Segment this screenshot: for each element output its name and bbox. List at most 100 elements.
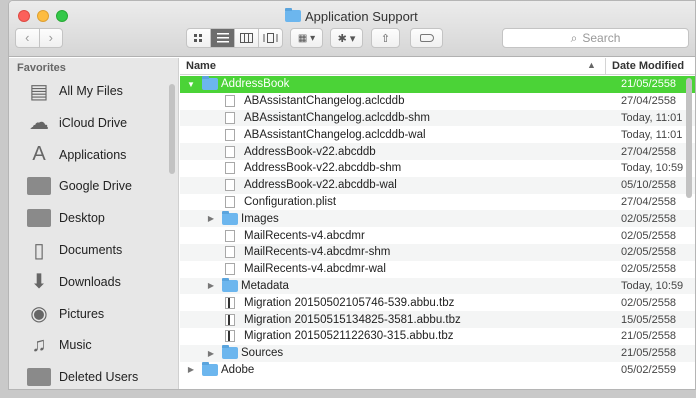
name-column-header[interactable]: Name (186, 60, 216, 72)
close-button[interactable] (18, 10, 30, 22)
archive-file-icon (225, 330, 235, 343)
document-icon (225, 162, 235, 175)
file-row[interactable]: AddressBook-v22.abcddb 27/04/2558 (180, 143, 695, 160)
file-row[interactable]: MailRecents-v4.abcdmr-wal 02/05/2558 (180, 261, 695, 278)
file-name: MailRecents-v4.abcdmr-shm (244, 246, 391, 259)
sidebar-item-google-drive[interactable]: Google Drive (9, 173, 169, 199)
file-row[interactable]: ABAssistantChangelog.aclcddb-wal Today, 1… (180, 126, 695, 143)
folder-row[interactable]: ▶ Metadata Today, 10:59 (180, 277, 695, 295)
sidebar-scrollbar[interactable] (169, 84, 175, 174)
document-icon (225, 145, 235, 158)
date-modified: 21/05/2558 (621, 78, 677, 91)
back-button[interactable]: ‹ (16, 29, 39, 47)
file-row[interactable]: ABAssistantChangelog.aclcddb 27/04/2558 (180, 93, 695, 110)
tag-icon (419, 34, 434, 42)
cover-flow-button[interactable] (258, 29, 282, 47)
date-modified: 02/05/2558 (621, 246, 677, 259)
window-title-text: Application Support (305, 8, 418, 24)
file-row[interactable]: MailRecents-v4.abcdmr-shm 02/05/2558 (180, 243, 695, 261)
folder-icon (25, 173, 53, 199)
date-modified: Today, 10:59 (621, 162, 684, 175)
desktop-icon-shape (27, 209, 51, 228)
sidebar-item-pictures[interactable]: ◉ Pictures (9, 301, 169, 327)
file-name: MailRecents-v4.abcdmr (244, 229, 365, 242)
file-list: Name ▲ Date Modified ▼ AddressBook 21/05/2… (180, 58, 695, 389)
date-modified: 02/05/2558 (621, 296, 677, 309)
document-icon (225, 95, 235, 108)
sidebar-item-downloads[interactable]: ⬇ Downloads (9, 269, 169, 295)
list-view-button[interactable] (210, 29, 234, 47)
window-title: Application Support (285, 8, 418, 24)
document-icon (225, 195, 235, 208)
search-icon: ⌕ (570, 30, 578, 45)
disclosure-closed-icon[interactable]: ▶ (206, 349, 216, 358)
date-modified-column-header[interactable]: Date Modified (605, 58, 695, 75)
sort-ascending-icon: ▲ (587, 60, 596, 70)
disclosure-closed-icon[interactable]: ▶ (206, 281, 216, 290)
view-mode-selector (186, 28, 283, 48)
cover-flow-icon (263, 33, 278, 43)
sidebar-item-label: Applications (59, 147, 127, 162)
sidebar-item-icloud-drive[interactable]: ☁ iCloud Drive (9, 110, 169, 136)
folder-row[interactable]: ▶ Sources 21/05/2558 (180, 344, 695, 362)
icon-view-button[interactable] (187, 29, 210, 47)
minimize-button[interactable] (37, 10, 49, 22)
file-row[interactable]: MailRecents-v4.abcdmr 02/05/2558 (180, 227, 695, 244)
share-button[interactable]: ⇧ (371, 28, 400, 48)
document-icon (225, 229, 235, 242)
file-row[interactable]: Migration 20150502105746-539.abbu.tbz 02/… (180, 294, 695, 311)
folder-row[interactable]: ▼ AddressBook 21/05/2558 (180, 76, 695, 93)
navigation-buttons: ‹ › (15, 28, 63, 48)
sidebar-item-label: Deleted Users (59, 370, 139, 385)
sidebar-item-applications[interactable]: A Applications (9, 142, 169, 168)
sidebar-item-music[interactable]: ♫ Music (9, 332, 169, 358)
arrange-button[interactable]: ▦ ▾ (290, 28, 323, 48)
file-rows: ▼ AddressBook 21/05/2558 ABAssistantChangel… (180, 76, 695, 378)
file-row[interactable]: AddressBook-v22.abcddb-shm Today, 10:59 (180, 160, 695, 177)
file-name: Migration 20150521122630-315.abbu.tbz (244, 330, 454, 343)
downloads-icon: ⬇ (30, 271, 48, 294)
file-row[interactable]: ABAssistantChangelog.aclcddb-shm Today, 1… (180, 109, 695, 127)
title-bar: Application Support ‹ › ▦ ▾ ✱ ▾ ⇧ ⌕ Sear… (9, 1, 695, 57)
zoom-button[interactable] (56, 10, 68, 22)
file-name: ABAssistantChangelog.aclcddb-shm (244, 111, 431, 124)
date-modified: 27/04/2558 (621, 95, 677, 108)
date-modified: 05/02/2559 (621, 363, 677, 376)
date-modified: 05/10/2558 (621, 179, 677, 192)
sidebar-heading: Favorites (17, 62, 66, 74)
file-row[interactable]: Migration 20150521122630-315.abbu.tbz 21/… (180, 328, 695, 345)
folder-icon-shape (27, 368, 51, 387)
file-row[interactable]: Configuration.plist 27/04/2558 (180, 194, 695, 211)
disclosure-closed-icon[interactable]: ▶ (206, 214, 216, 223)
forward-button[interactable]: › (38, 29, 63, 47)
action-gear-button[interactable]: ✱ ▾ (330, 28, 363, 48)
disclosure-closed-icon[interactable]: ▶ (186, 365, 196, 374)
sidebar-item-label: Documents (59, 243, 123, 257)
disclosure-open-icon[interactable]: ▼ (186, 80, 196, 89)
file-name: AddressBook (221, 78, 290, 91)
file-name: Configuration.plist (244, 195, 337, 208)
date-modified: Today, 11:01 (621, 128, 683, 141)
file-row[interactable]: AddressBook-v22.abcddb-wal 05/10/2558 (180, 176, 695, 194)
tags-button[interactable] (410, 28, 443, 48)
folder-row[interactable]: ▶ Adobe 05/02/2559 (180, 361, 695, 379)
file-row[interactable]: Migration 20150515134825-3581.abbu.tbz 15… (180, 311, 695, 328)
file-name: AddressBook-v22.abcddb (244, 145, 376, 158)
date-modified: Today, 11:01 (621, 111, 683, 124)
sidebar-item-all-my-files[interactable]: ▤ All My Files (9, 78, 169, 104)
applications-icon: A (32, 143, 46, 166)
sidebar: Favorites ▤ All My Files ☁ iCloud Drive A App… (9, 58, 179, 389)
sidebar-item-label: Desktop (59, 211, 105, 226)
sidebar-item-label: Pictures (59, 306, 105, 321)
sidebar-item-deleted-users[interactable]: Deleted Users (9, 364, 169, 389)
sidebar-item-desktop[interactable]: Desktop (9, 205, 169, 231)
sidebar-item-documents[interactable]: ▯ Documents (9, 237, 169, 263)
date-modified: 02/05/2558 (621, 229, 677, 242)
folder-row[interactable]: ▶ Images 02/05/2558 (180, 210, 695, 228)
sidebar-item-label: iCloud Drive (59, 115, 128, 130)
search-field[interactable]: ⌕ Search (502, 28, 689, 48)
file-list-scrollbar[interactable] (686, 78, 692, 198)
document-icon (225, 111, 235, 124)
date-modified: 21/05/2558 (621, 330, 677, 343)
column-view-button[interactable] (234, 29, 258, 47)
